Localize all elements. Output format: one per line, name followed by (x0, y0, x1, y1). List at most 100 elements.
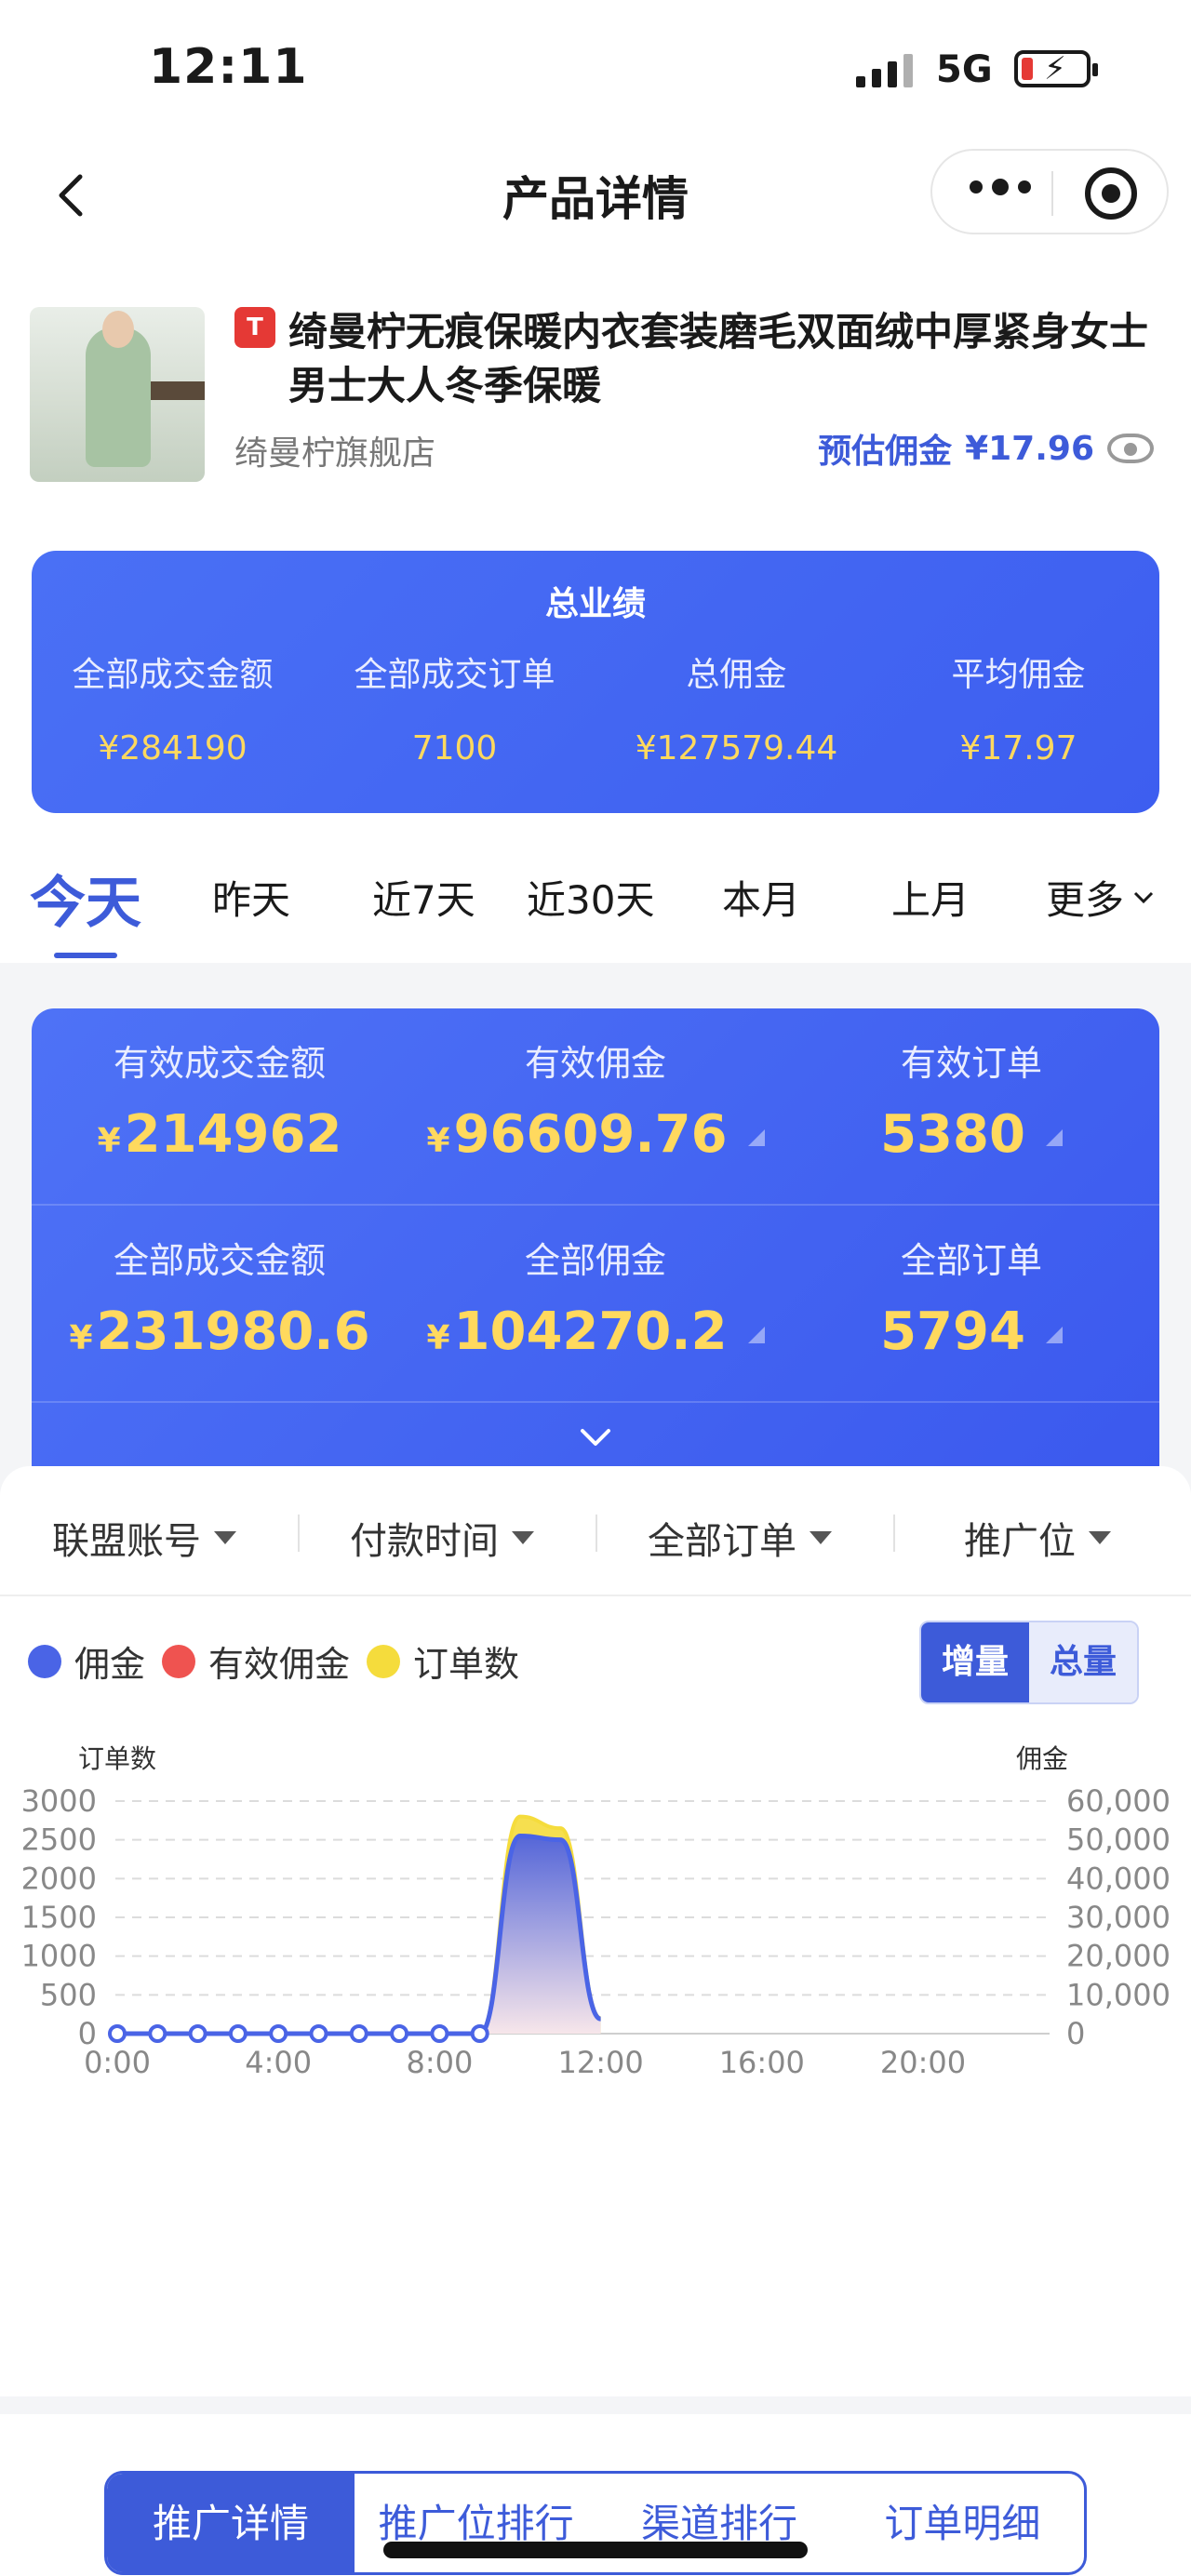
nav-bar: 产品详情 (0, 140, 1191, 251)
data-point (108, 2024, 127, 2043)
data-point (470, 2024, 489, 2043)
miniapp-capsule (930, 149, 1169, 234)
commission-value: ¥17.96 (965, 429, 1094, 468)
segment-increment[interactable]: 增量 (921, 1622, 1029, 1702)
metric-label: 全部订单 (900, 1240, 1042, 1281)
chart-panel: 联盟账号 付款时间 全部订单 推广位 佣金 有效佣金 订单数 增量 总量 订单数… (0, 1466, 1191, 2396)
tab-promotion-detail[interactable]: 推广详情 (107, 2474, 355, 2572)
segment-total[interactable]: 总量 (1029, 1622, 1137, 1702)
metric-value: 5380 (783, 1104, 1159, 1165)
shop-name[interactable]: 绮曼柠旗舰店 (234, 426, 435, 474)
caret-down-icon (512, 1531, 534, 1544)
left-axis-title: 订单数 (78, 1743, 156, 1774)
tab-today[interactable]: 今天 (30, 858, 141, 939)
right-tick-label: 20,000 (1066, 1939, 1171, 1974)
filter-bar: 联盟账号 付款时间 全部订单 推广位 (0, 1466, 1191, 1596)
metric-cell[interactable]: 有效佣金 ¥96609.76 (408, 1034, 783, 1165)
status-time: 12:11 (149, 39, 308, 95)
close-target-icon[interactable] (1085, 167, 1137, 220)
total-item-value: ¥127579.44 (635, 729, 838, 767)
corner-triangle-icon (747, 1326, 765, 1343)
data-point (188, 2024, 207, 2043)
tab-last-month[interactable]: 上月 (891, 869, 970, 926)
metric-value: 5794 (783, 1301, 1159, 1362)
total-performance-card: 总业绩 全部成交金额 ¥284190 全部成交订单 7100 总佣金 ¥1275… (32, 551, 1159, 813)
corner-triangle-icon (747, 1128, 765, 1146)
series-area-commission (117, 1835, 601, 2034)
legend-item[interactable]: 订单数 (367, 1635, 519, 1687)
metric-cell[interactable]: 有效订单 5380 (783, 1034, 1159, 1165)
legend-item[interactable]: 佣金 (28, 1635, 145, 1687)
filter-alliance-account[interactable]: 联盟账号 (52, 1511, 236, 1565)
metric-label: 有效佣金 (524, 1043, 666, 1084)
estimated-commission: 预估佣金 ¥17.96 (818, 424, 1154, 473)
corner-triangle-icon (1045, 1128, 1063, 1146)
total-item-label: 平均佣金 (951, 656, 1086, 694)
caret-down-icon (214, 1531, 236, 1544)
right-tick-label: 50,000 (1066, 1822, 1171, 1858)
bottom-tab-bar: 推广详情 推广位排行 渠道排行 订单明细 (104, 2471, 1087, 2575)
product-title: 绮曼柠无痕保暖内衣套装磨毛双面绒中厚紧身女士男士大人冬季保暖 (288, 305, 1163, 413)
metric-cell[interactable]: 有效成交金额 ¥214962 (32, 1034, 408, 1165)
legend-dot-icon (162, 1644, 196, 1678)
filter-order-type[interactable]: 全部订单 (648, 1511, 832, 1565)
x-tick-label: 4:00 (245, 2045, 312, 2080)
date-range-tabs: 今天 昨天 近7天 近30天 本月 上月 更多 (0, 837, 1191, 958)
right-tick-label: 40,000 (1066, 1861, 1171, 1896)
left-tick-label: 1500 (21, 1900, 97, 1935)
total-item-label: 全部成交订单 (354, 656, 555, 694)
filter-payment-time[interactable]: 付款时间 (350, 1511, 534, 1565)
hourly-chart[interactable]: 订单数 佣金 3000 60,000 2500 50,000 2000 40,000 1500 3… (0, 1727, 1191, 2099)
data-point (430, 2024, 449, 2043)
more-icon[interactable] (970, 179, 1031, 195)
tab-this-month[interactable]: 本月 (722, 869, 800, 926)
tab-7-days[interactable]: 近7天 (372, 869, 475, 926)
tab-yesterday[interactable]: 昨天 (212, 869, 290, 926)
legend-dot-icon (367, 1644, 401, 1678)
right-tick-label: 0 (1066, 2016, 1085, 2051)
right-tick-label: 10,000 (1066, 1977, 1171, 2012)
left-tick-label: 3000 (21, 1783, 97, 1819)
tab-more[interactable]: 更多 (1046, 869, 1158, 926)
x-tick-label: 16:00 (719, 2045, 805, 2080)
total-item-value: 7100 (411, 729, 498, 767)
corner-triangle-icon (1045, 1326, 1063, 1343)
data-point (390, 2024, 409, 2043)
expand-chevron-icon[interactable] (577, 1420, 614, 1457)
data-point (148, 2024, 167, 2043)
right-tick-label: 60,000 (1066, 1783, 1171, 1819)
right-tick-label: 30,000 (1066, 1900, 1171, 1935)
filter-promotion-position[interactable]: 推广位 (964, 1511, 1111, 1565)
product-image[interactable] (30, 307, 205, 482)
product-header[interactable]: T 绮曼柠无痕保暖内衣套装磨毛双面绒中厚紧身女士男士大人冬季保暖 绮曼柠旗舰店 … (28, 307, 1163, 484)
x-tick-label: 0:00 (84, 2045, 151, 2080)
right-axis-title: 佣金 (1016, 1743, 1068, 1774)
chevron-down-icon (1133, 891, 1154, 903)
total-item-value: ¥284190 (98, 729, 248, 767)
metric-cell[interactable]: 全部佣金 ¥104270.2 (408, 1232, 783, 1362)
eye-icon[interactable] (1107, 434, 1154, 463)
network-label: 5G (936, 48, 993, 91)
total-item-value: ¥17.97 (959, 729, 1077, 767)
total-item: 总佣金 ¥127579.44 (596, 647, 877, 767)
metric-label: 有效订单 (900, 1043, 1042, 1084)
tab-order-detail[interactable]: 订单明细 (841, 2474, 1084, 2572)
metric-value: ¥214962 (97, 1104, 342, 1165)
x-tick-label: 20:00 (880, 2045, 966, 2080)
metrics-row-valid: 有效成交金额 ¥214962 有效佣金 ¥96609.76 有效订单 5380 (32, 1008, 1159, 1206)
metric-cell[interactable]: 全部订单 5794 (783, 1232, 1159, 1362)
legend-item[interactable]: 有效佣金 (162, 1635, 350, 1687)
metric-cell[interactable]: 全部成交金额 ¥231980.6 (32, 1232, 408, 1362)
increment-total-toggle[interactable]: 增量 总量 (919, 1621, 1139, 1704)
battery-icon: ⚡ (1014, 50, 1098, 87)
total-item-label: 总佣金 (686, 656, 787, 694)
home-indicator (383, 2542, 808, 2558)
data-point (349, 2024, 368, 2043)
tab-30-days[interactable]: 近30天 (527, 869, 654, 926)
signal-icon (856, 48, 913, 87)
tmall-badge-icon: T (234, 307, 275, 348)
metric-value: ¥96609.76 (408, 1104, 783, 1165)
metric-label: 全部佣金 (524, 1240, 666, 1281)
metrics-card: 有效成交金额 ¥214962 有效佣金 ¥96609.76 有效订单 5380 … (32, 1008, 1159, 1474)
chart-legend: 佣金 有效佣金 订单数 (28, 1635, 536, 1687)
